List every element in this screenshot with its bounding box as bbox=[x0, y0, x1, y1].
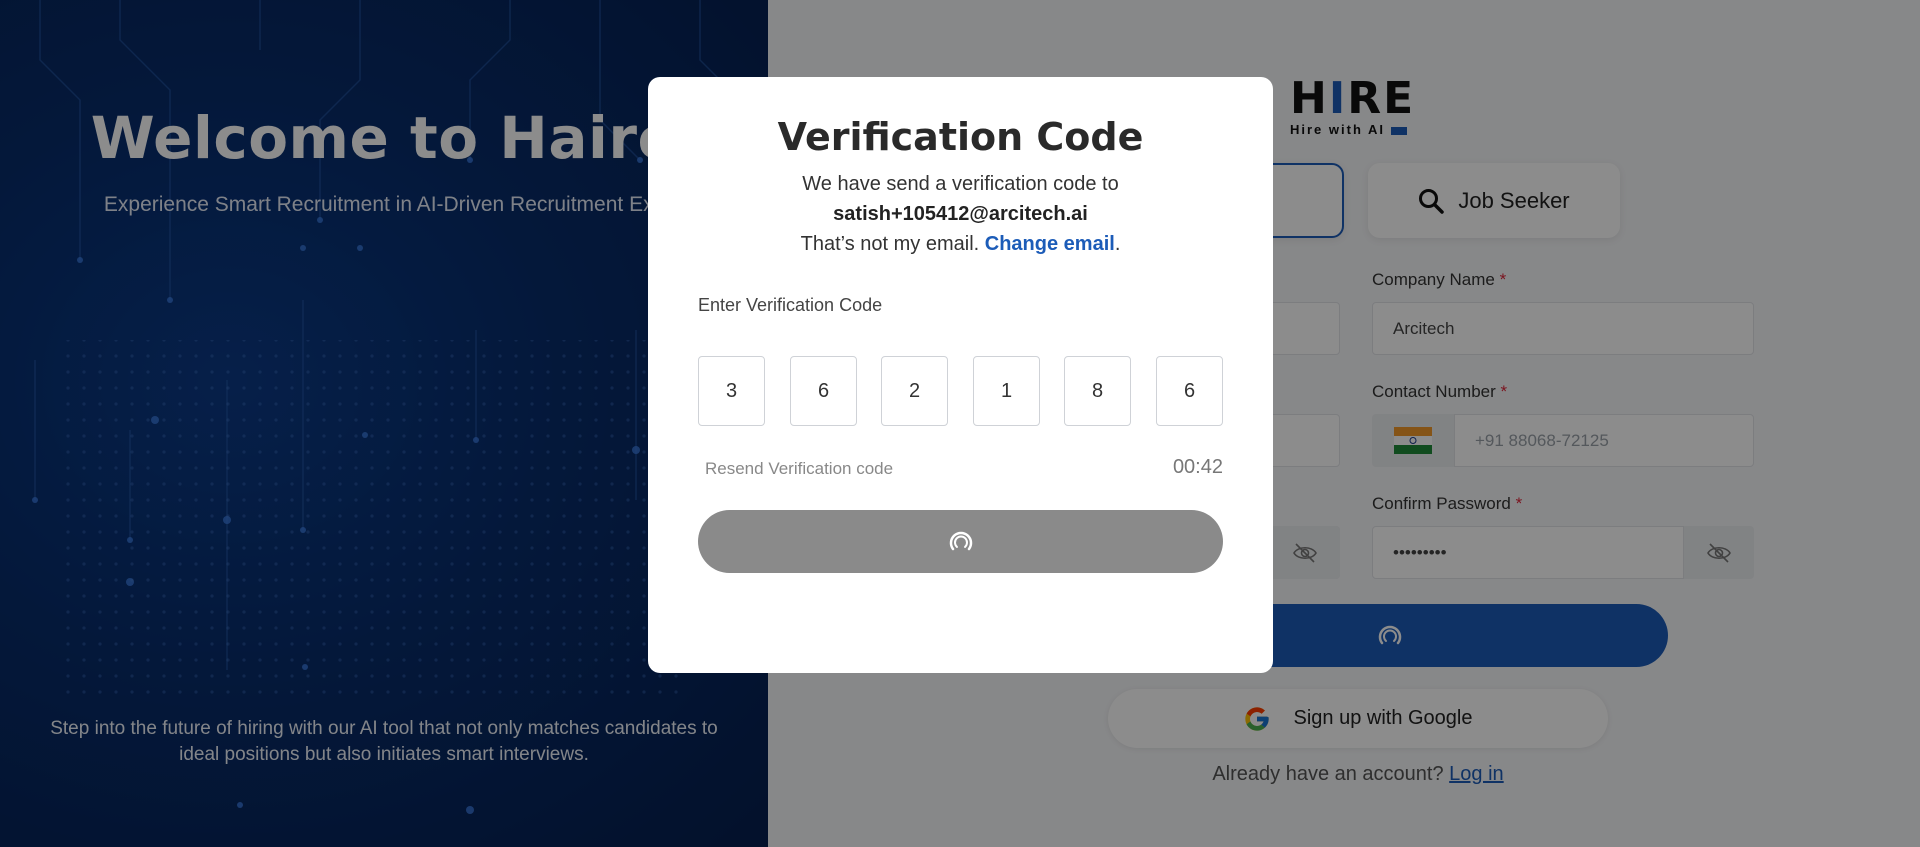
not-my-email-text: That’s not my email. bbox=[800, 233, 980, 255]
code-digit-input-6[interactable]: 6 bbox=[1156, 356, 1223, 426]
modal-info-line: We have send a verification code to bbox=[802, 173, 1119, 195]
modal-title: Verification Code bbox=[777, 115, 1144, 159]
code-digit-input-1[interactable]: 3 bbox=[698, 356, 765, 426]
modal-email: satish+105412@arcitech.ai bbox=[833, 203, 1088, 225]
code-digit-input-4[interactable]: 1 bbox=[973, 356, 1040, 426]
modal-change-line: That’s not my email. Change email. bbox=[648, 233, 1273, 256]
code-digit-input-5[interactable]: 8 bbox=[1064, 356, 1131, 426]
resend-code-link[interactable]: Resend Verification code bbox=[705, 459, 893, 479]
code-digit-input-3[interactable]: 2 bbox=[881, 356, 948, 426]
verification-modal: Verification Code We have send a verific… bbox=[648, 77, 1273, 673]
loading-spinner-icon bbox=[949, 531, 972, 550]
verify-button[interactable] bbox=[698, 510, 1223, 573]
change-email-link[interactable]: Change email bbox=[985, 233, 1115, 255]
code-label: Enter Verification Code bbox=[698, 295, 883, 315]
change-email-period: . bbox=[1114, 233, 1121, 255]
countdown-timer: 00:42 bbox=[1172, 456, 1223, 478]
code-digit-input-2[interactable]: 6 bbox=[790, 356, 857, 426]
